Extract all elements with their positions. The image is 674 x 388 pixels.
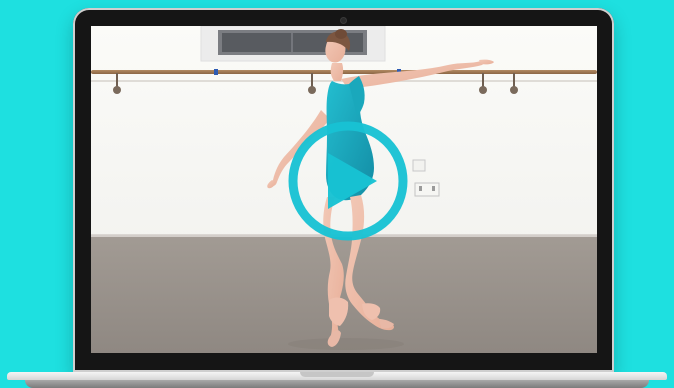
studio-window <box>200 26 386 62</box>
laptop-base <box>0 372 674 388</box>
page-background <box>0 0 674 388</box>
camera-dot <box>341 18 346 23</box>
video-frame <box>91 26 597 353</box>
laptop-frame <box>73 8 614 372</box>
laptop-base-bottom <box>25 380 649 388</box>
laptop-notch <box>300 372 374 377</box>
video-player[interactable] <box>91 26 597 353</box>
studio-floor <box>91 235 597 353</box>
